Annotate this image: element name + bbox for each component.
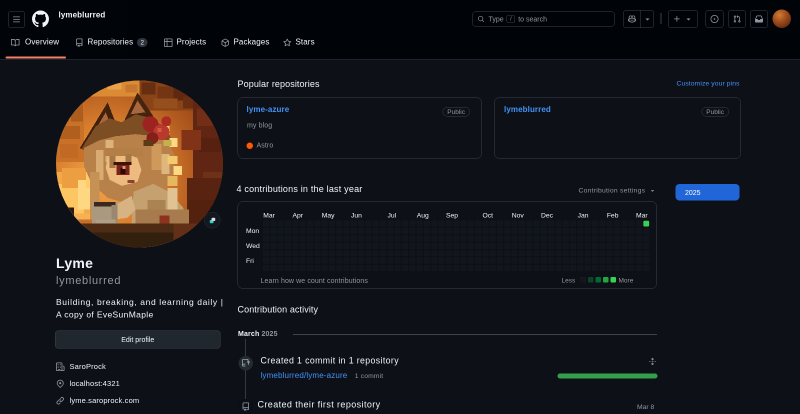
svg-text:Jun: Jun	[351, 213, 362, 220]
svg-text:Jul: Jul	[388, 213, 397, 220]
svg-text:Mar: Mar	[636, 213, 648, 220]
svg-text:Fri: Fri	[246, 258, 254, 265]
svg-text:Wed: Wed	[246, 243, 260, 250]
svg-text:Jan: Jan	[578, 213, 589, 220]
svg-text:Dec: Dec	[541, 213, 554, 220]
svg-text:Feb: Feb	[607, 213, 619, 220]
svg-text:Sep: Sep	[446, 213, 458, 220]
svg-text:Mar: Mar	[263, 213, 275, 220]
svg-text:Apr: Apr	[292, 213, 303, 220]
svg-text:May: May	[322, 213, 335, 220]
svg-text:Mon: Mon	[246, 228, 259, 235]
svg-text:Nov: Nov	[512, 213, 525, 220]
svg-text:Oct: Oct	[483, 213, 494, 220]
svg-text:Aug: Aug	[417, 213, 429, 220]
